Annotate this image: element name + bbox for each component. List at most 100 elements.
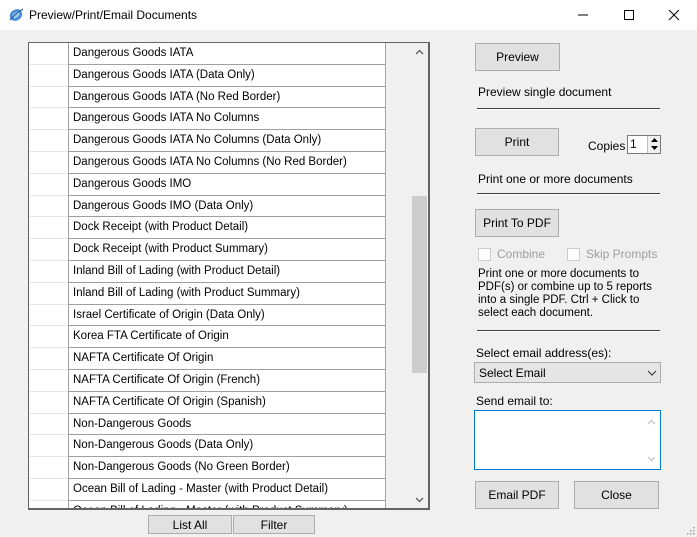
row-header[interactable] bbox=[29, 86, 68, 109]
row-header[interactable] bbox=[29, 260, 68, 283]
globe-app-icon bbox=[9, 8, 24, 21]
email-pdf-button[interactable]: Email PDF bbox=[475, 481, 559, 509]
table-row[interactable]: Non-Dangerous Goods (Data Only) bbox=[29, 435, 387, 458]
document-name-cell[interactable]: Dock Receipt (with Product Detail) bbox=[68, 217, 386, 240]
row-header[interactable] bbox=[29, 369, 68, 392]
table-row[interactable]: Israel Certificate of Origin (Data Only) bbox=[29, 304, 387, 327]
send-email-to-textarea[interactable] bbox=[474, 410, 661, 470]
resize-grip-icon[interactable] bbox=[685, 525, 695, 535]
table-row[interactable]: Non-Dangerous Goods (No Green Border) bbox=[29, 457, 387, 479]
checkbox-box[interactable] bbox=[478, 247, 491, 261]
close-window-button[interactable] bbox=[651, 0, 697, 30]
filter-button[interactable]: Filter bbox=[233, 515, 315, 534]
table-row[interactable]: Inland Bill of Lading (with Product Deta… bbox=[29, 260, 387, 283]
row-header[interactable] bbox=[29, 500, 68, 508]
row-header[interactable] bbox=[29, 304, 68, 327]
row-header[interactable] bbox=[29, 457, 68, 479]
scroll-down-button[interactable] bbox=[411, 491, 428, 508]
preview-button[interactable]: Preview bbox=[475, 43, 560, 71]
row-header[interactable] bbox=[29, 478, 68, 501]
table-row[interactable]: Korea FTA Certificate of Origin bbox=[29, 326, 387, 349]
document-name-cell[interactable]: Dangerous Goods IATA No Columns bbox=[68, 108, 386, 131]
skip-prompts-label: Skip Prompts bbox=[586, 247, 658, 261]
document-name-cell[interactable]: Ocean Bill of Lading - Master (with Prod… bbox=[68, 500, 386, 508]
document-name-cell[interactable]: Dangerous Goods IMO bbox=[68, 173, 386, 196]
print-to-pdf-button[interactable]: Print To PDF bbox=[475, 209, 559, 237]
scroll-thumb[interactable] bbox=[412, 196, 427, 373]
table-row[interactable]: NAFTA Certificate Of Origin (French) bbox=[29, 369, 387, 392]
document-name-cell[interactable]: Dangerous Goods IATA (No Red Border) bbox=[68, 86, 386, 109]
row-header[interactable] bbox=[29, 217, 68, 240]
row-header[interactable] bbox=[29, 43, 68, 65]
vertical-scrollbar[interactable] bbox=[411, 43, 428, 508]
table-row[interactable]: Dangerous Goods IATA No Columns (No Red … bbox=[29, 151, 387, 174]
textarea-scrollbar[interactable] bbox=[643, 411, 660, 469]
select-email-dropdown[interactable]: Select Email bbox=[474, 362, 661, 383]
table-row[interactable]: Dangerous Goods IATA No Columns (Data On… bbox=[29, 130, 387, 152]
document-grid[interactable]: Dangerous Goods IATA Dangerous Goods IATA… bbox=[28, 42, 430, 510]
document-name-cell[interactable]: Dock Receipt (with Product Summary) bbox=[68, 239, 386, 261]
row-header[interactable] bbox=[29, 326, 68, 349]
table-row[interactable]: Ocean Bill of Lading - Master (with Prod… bbox=[29, 478, 387, 501]
copies-stepper[interactable]: 1 bbox=[627, 135, 661, 154]
document-name-cell[interactable]: Non-Dangerous Goods (Data Only) bbox=[68, 435, 386, 458]
row-header[interactable] bbox=[29, 108, 68, 131]
checkbox-box[interactable] bbox=[567, 247, 580, 261]
close-button[interactable]: Close bbox=[574, 481, 659, 509]
document-name-cell[interactable]: Non-Dangerous Goods bbox=[68, 413, 386, 436]
document-name-cell[interactable]: Dangerous Goods IATA (Data Only) bbox=[68, 64, 386, 87]
table-row[interactable]: Dangerous Goods IATA (Data Only) bbox=[29, 64, 387, 87]
document-name-cell[interactable]: Inland Bill of Lading (with Product Summ… bbox=[68, 282, 386, 305]
table-row[interactable]: Dangerous Goods IATA bbox=[29, 43, 387, 65]
row-header[interactable] bbox=[29, 282, 68, 305]
spin-up-button[interactable] bbox=[648, 136, 660, 144]
table-row[interactable]: Inland Bill of Lading (with Product Summ… bbox=[29, 282, 387, 305]
document-name-cell[interactable]: NAFTA Certificate Of Origin (Spanish) bbox=[68, 391, 386, 414]
minimize-button[interactable] bbox=[560, 0, 606, 30]
table-row[interactable]: Dangerous Goods IATA No Columns bbox=[29, 108, 387, 131]
document-name-cell[interactable]: Dangerous Goods IATA bbox=[68, 43, 386, 65]
document-name-cell[interactable]: Dangerous Goods IATA No Columns (Data On… bbox=[68, 130, 386, 152]
document-name-cell[interactable]: Israel Certificate of Origin (Data Only) bbox=[68, 304, 386, 327]
combine-checkbox[interactable]: Combine bbox=[478, 247, 545, 261]
table-row[interactable]: Dangerous Goods IATA (No Red Border) bbox=[29, 86, 387, 109]
row-header[interactable] bbox=[29, 348, 68, 370]
skip-prompts-checkbox[interactable]: Skip Prompts bbox=[567, 247, 657, 261]
document-name-cell[interactable]: NAFTA Certificate Of Origin bbox=[68, 348, 386, 370]
copies-spin[interactable] bbox=[647, 136, 660, 153]
row-header[interactable] bbox=[29, 130, 68, 152]
document-name-cell[interactable]: Dangerous Goods IMO (Data Only) bbox=[68, 195, 386, 218]
table-row[interactable]: NAFTA Certificate Of Origin (Spanish) bbox=[29, 391, 387, 414]
row-header[interactable] bbox=[29, 413, 68, 436]
document-name-cell[interactable]: NAFTA Certificate Of Origin (French) bbox=[68, 369, 386, 392]
row-header[interactable] bbox=[29, 391, 68, 414]
document-name-cell[interactable]: Ocean Bill of Lading - Master (with Prod… bbox=[68, 478, 386, 501]
table-row[interactable]: Dock Receipt (with Product Detail) bbox=[29, 217, 387, 240]
print-button[interactable]: Print bbox=[475, 128, 559, 156]
row-header[interactable] bbox=[29, 173, 68, 196]
table-row[interactable]: Non-Dangerous Goods bbox=[29, 413, 387, 436]
spin-down-button[interactable] bbox=[648, 144, 660, 152]
maximize-button[interactable] bbox=[606, 0, 652, 30]
table-row[interactable]: Dangerous Goods IMO (Data Only) bbox=[29, 195, 387, 218]
document-name-cell[interactable]: Korea FTA Certificate of Origin bbox=[68, 326, 386, 349]
table-row[interactable]: Ocean Bill of Lading - Master (with Prod… bbox=[29, 500, 387, 508]
scroll-up-button[interactable] bbox=[411, 43, 428, 60]
table-row[interactable]: Dock Receipt (with Product Summary) bbox=[29, 239, 387, 261]
row-header[interactable] bbox=[29, 195, 68, 218]
document-name-cell[interactable]: Dangerous Goods IATA No Columns (No Red … bbox=[68, 151, 386, 174]
table-row[interactable]: Dangerous Goods IMO bbox=[29, 173, 387, 196]
row-header[interactable] bbox=[29, 239, 68, 261]
list-all-button[interactable]: List All bbox=[148, 515, 232, 534]
copies-value[interactable]: 1 bbox=[630, 137, 637, 151]
chevron-down-icon bbox=[647, 456, 656, 461]
pdf-description: Print one or more documents to PDF(s) or… bbox=[478, 268, 652, 319]
document-name-cell[interactable]: Non-Dangerous Goods (No Green Border) bbox=[68, 457, 386, 479]
document-name-cell[interactable]: Inland Bill of Lading (with Product Deta… bbox=[68, 260, 386, 283]
row-header[interactable] bbox=[29, 64, 68, 87]
table-row[interactable]: NAFTA Certificate Of Origin bbox=[29, 348, 387, 370]
scroll-down-button[interactable] bbox=[643, 450, 660, 467]
row-header[interactable] bbox=[29, 435, 68, 458]
row-header[interactable] bbox=[29, 151, 68, 174]
scroll-up-button[interactable] bbox=[643, 413, 660, 430]
